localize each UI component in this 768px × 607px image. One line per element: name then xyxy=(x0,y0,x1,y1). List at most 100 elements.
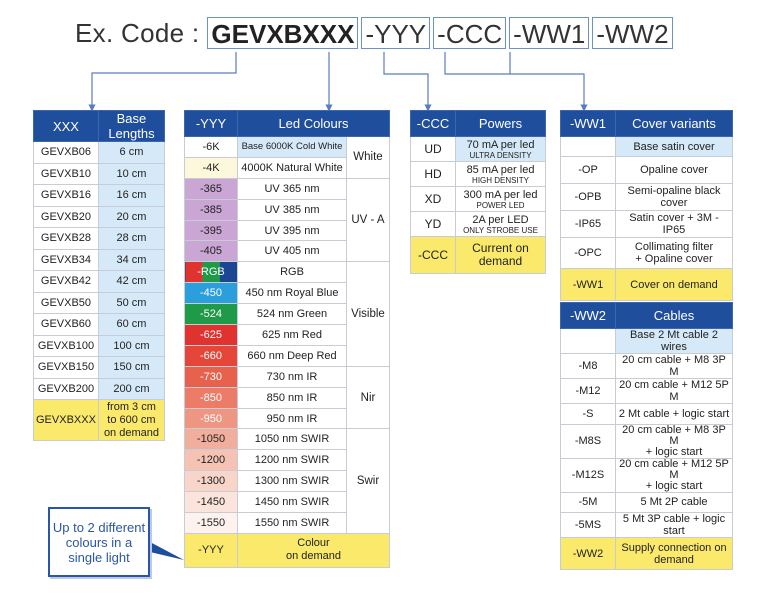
length-code: GEVXB150 xyxy=(33,356,99,379)
colour-code: -1550 xyxy=(184,512,238,534)
length-code: GEVXB60 xyxy=(33,313,99,336)
cable-code: -S xyxy=(560,403,616,425)
length-code: GEVXB28 xyxy=(33,227,99,250)
table-row: GEVXB20 20 cm xyxy=(33,205,166,228)
colour-group: White xyxy=(346,136,390,179)
colours-on-demand-text: Colour on demand xyxy=(237,532,390,568)
power-desc: 70 mA per led Ultra density xyxy=(455,136,546,162)
colour-group: Nir xyxy=(346,365,390,430)
table-row: -M12 20 cm cable + M12 5P M xyxy=(560,378,733,404)
length-value: 28 cm xyxy=(97,227,166,250)
cable-code: -5M xyxy=(560,491,616,513)
cover-desc: Satin cover + 3M - IP65 xyxy=(615,210,733,238)
code-segment-cable: -WW2 xyxy=(592,17,673,49)
covers-header-name: Cover variants xyxy=(615,110,733,137)
cable-code: -5MS xyxy=(560,512,616,538)
table-row: GEVXB60 60 cm xyxy=(33,313,166,336)
colour-code: -6K xyxy=(184,136,238,158)
length-code: GEVXB50 xyxy=(33,291,99,314)
table-row: -IP65 Satin cover + 3M - IP65 xyxy=(560,210,733,238)
cover-code: -OPB xyxy=(560,183,616,211)
colour-code: -950 xyxy=(184,407,238,430)
length-value: 100 cm xyxy=(97,334,166,357)
colour-code: -1450 xyxy=(184,491,238,514)
connector-power xyxy=(383,52,432,112)
colour-name: 1050 nm SWIR xyxy=(237,428,347,451)
table-row: GEVXB34 34 cm xyxy=(33,248,166,271)
power-desc: 85 mA per led High density xyxy=(455,161,546,187)
power-code: XD xyxy=(410,186,456,212)
colour-code: -395 xyxy=(184,219,238,242)
length-value: 10 cm xyxy=(97,162,166,185)
table-row: GEVXB10 10 cm xyxy=(33,162,166,185)
cables-table: -WW2 Cables Base 2 Mt cable 2 wires -M8 2… xyxy=(560,302,733,570)
table-row: -YYY Colour on demand xyxy=(184,532,390,568)
table-row: GEVXB100 100 cm xyxy=(33,334,166,357)
table-row: -5M 5 Mt 2P cable xyxy=(560,491,733,513)
colour-name: Base 6000K Cold White xyxy=(237,136,347,158)
colour-name: 524 nm Green xyxy=(237,303,347,326)
powers-on-demand-text: Current on demand xyxy=(455,236,546,274)
colour-name: UV 365 nm xyxy=(237,177,347,200)
cable-code: -M8S xyxy=(560,423,616,459)
cover-code: -OPC xyxy=(560,237,616,269)
length-value: 50 cm xyxy=(97,291,166,314)
table-row: -OPB Semi-opaline black cover xyxy=(560,183,733,211)
cover-variants-table: -WW1 Cover variants Base satin cover -OP… xyxy=(560,110,733,301)
table-row: Base satin cover xyxy=(560,136,733,157)
colour-code: -660 xyxy=(184,344,238,367)
colour-name: 1550 nm SWIR xyxy=(237,512,347,534)
colour-group: UV - A xyxy=(346,177,390,263)
lengths-on-demand-code: GEVXBXXX xyxy=(33,399,99,441)
colours-on-demand-code: -YYY xyxy=(184,532,238,568)
table-row: GEVXB16 16 cm xyxy=(33,184,166,207)
colour-name: RGB xyxy=(237,261,347,284)
table-row: GEVXB50 50 cm xyxy=(33,291,166,314)
cable-desc: 20 cm cable + M8 3P M + logic start xyxy=(615,423,733,459)
colour-code: -524 xyxy=(184,303,238,326)
power-desc: 300 mA per led Power LED xyxy=(455,186,546,212)
length-value: 6 cm xyxy=(97,141,166,164)
colour-name: 1450 nm SWIR xyxy=(237,491,347,514)
example-code: Ex. Code : GEVXBXXX -YYY -CCC -WW1 -WW2 xyxy=(75,14,676,52)
length-value: 20 cm xyxy=(97,205,166,228)
covers-header-code: -WW1 xyxy=(560,110,616,137)
cable-code: -M12S xyxy=(560,457,616,493)
table-row: GEVXB28 28 cm xyxy=(33,227,166,250)
colour-code: -1300 xyxy=(184,470,238,493)
table-row: -RGB RGB Visible xyxy=(184,261,390,367)
cables-on-demand-code: -WW2 xyxy=(560,537,616,570)
cover-desc: Semi-opaline black cover xyxy=(615,183,733,211)
colour-code: -730 xyxy=(184,365,238,388)
table-row: -M8S 20 cm cable + M8 3P M + logic start xyxy=(560,423,733,459)
colour-name: 625 nm Red xyxy=(237,324,347,346)
colour-code: -625 xyxy=(184,324,238,346)
colour-name: UV 385 nm xyxy=(237,198,347,221)
table-row: -M8 20 cm cable + M8 3P M xyxy=(560,353,733,379)
cover-code: -IP65 xyxy=(560,210,616,238)
colour-code: -4K xyxy=(184,156,238,179)
cable-desc: 20 cm cable + M12 5P M + logic start xyxy=(615,457,733,493)
powers-header-name: Powers xyxy=(455,110,546,137)
length-code: GEVXB10 xyxy=(33,162,99,185)
length-value: 16 cm xyxy=(97,184,166,207)
base-lengths-table: XXX Base Lengths GEVXB06 6 cm GEVXB10 10 cm… xyxy=(33,110,166,441)
length-code: GEVXB100 xyxy=(33,334,99,357)
length-code: GEVXB06 xyxy=(33,141,99,164)
colour-name: UV 405 nm xyxy=(237,240,347,263)
table-row: -WW2 Supply connection on demand xyxy=(560,537,733,570)
power-code: UD xyxy=(410,136,456,162)
length-code: GEVXB200 xyxy=(33,377,99,400)
powers-on-demand-code: -CCC xyxy=(410,236,456,274)
lengths-on-demand-text: from 3 cm to 600 cm on demand xyxy=(97,399,166,441)
code-segment-power: -CCC xyxy=(433,17,507,49)
colour-code: -1050 xyxy=(184,428,238,451)
table-row: -OP Opaline cover xyxy=(560,156,733,184)
callout-pointer xyxy=(150,542,184,560)
table-row: -730 730 nm IR Nir xyxy=(184,365,390,430)
colour-group: Swir xyxy=(346,428,390,534)
length-value: 34 cm xyxy=(97,248,166,271)
connector-length xyxy=(88,52,237,112)
cable-desc: 20 cm cable + M12 5P M xyxy=(615,378,733,404)
power-code: HD xyxy=(410,161,456,187)
